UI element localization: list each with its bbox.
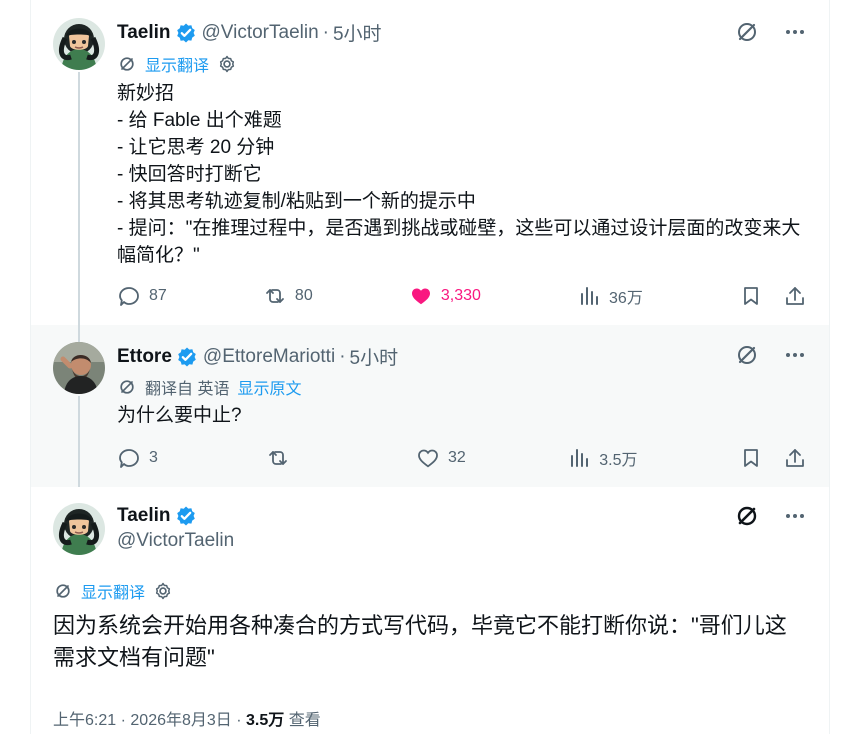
author-handle[interactable]: @VictorTaelin: [202, 22, 319, 44]
avatar-ettore[interactable]: [53, 342, 105, 394]
avatar-taelin[interactable]: [53, 18, 105, 70]
grok-translate-icon[interactable]: [735, 20, 759, 44]
app-frame: Taelin @VictorTaelin · 5小时 显示翻译 新妙招 - 给 …: [0, 0, 864, 734]
translation-row: 显示翻译: [53, 579, 173, 603]
analytics-icon: [567, 446, 591, 470]
grok-translate-icon: [117, 377, 137, 397]
tweet-1-secondary-actions: [739, 284, 807, 308]
tweet-1-top-actions: [735, 20, 807, 44]
more-icon[interactable]: [783, 504, 807, 528]
thread-line-bottom: [78, 396, 80, 487]
tweet-2-action-bar: 3 32 3.5万: [117, 444, 807, 472]
tweet-1[interactable]: Taelin @VictorTaelin · 5小时 显示翻译 新妙招 - 给 …: [31, 0, 829, 325]
views-label: 查看: [288, 712, 321, 729]
tweet-body: 因为系统会开始用各种凑合的方式写代码，毕竟它不能打断你说："哥们儿这需求文档有问…: [53, 613, 787, 670]
translation-row: 翻译自 英语 显示原文: [117, 375, 301, 399]
more-icon[interactable]: [783, 343, 807, 367]
heart-icon: [416, 446, 440, 470]
avatar-image: [53, 342, 105, 394]
tweet-meta-row: 上午6:21 · 2026年8月3日 · 3.5万 查看: [53, 706, 321, 730]
post-time[interactable]: 5小时: [333, 19, 382, 46]
tweet-3-handle-row: @VictorTaelin: [117, 530, 234, 552]
heart-icon: [409, 284, 433, 308]
bookmark-icon[interactable]: [739, 284, 763, 308]
view-count: 3.5万: [599, 452, 638, 469]
tweet-3-top-actions: [735, 504, 807, 528]
separator-dot: ·: [339, 345, 346, 367]
reply-icon: [117, 284, 141, 308]
avatar-image: [53, 18, 105, 70]
post-date[interactable]: 2026年8月3日: [130, 712, 231, 729]
tweet-2-secondary-actions: [739, 446, 807, 470]
tweet-2-top-actions: [735, 343, 807, 367]
verified-badge-icon: [175, 505, 197, 527]
views-button[interactable]: 36万: [577, 284, 643, 308]
grok-translate-icon[interactable]: [735, 343, 759, 367]
avatar-image: [53, 503, 105, 555]
repost-icon: [266, 446, 290, 470]
analytics-icon: [577, 284, 601, 308]
repost-button[interactable]: [266, 446, 314, 470]
author-name[interactable]: Taelin: [117, 505, 171, 527]
gear-icon[interactable]: [153, 581, 173, 601]
author-handle[interactable]: @VictorTaelin: [117, 530, 234, 552]
post-time[interactable]: 5小时: [350, 343, 399, 370]
tweet-3-name-row: Taelin: [117, 505, 202, 527]
tweet-body: 新妙招 - 给 Fable 出个难题 - 让它思考 20 分钟 - 快回答时打断…: [117, 83, 801, 266]
reply-count: 3: [149, 449, 158, 466]
author-name[interactable]: Ettore: [117, 346, 172, 368]
view-count: 36万: [609, 290, 643, 307]
show-translation-link[interactable]: 显示翻译: [81, 579, 145, 603]
repost-icon: [263, 284, 287, 308]
like-button[interactable]: 3,330: [409, 284, 481, 308]
gear-icon[interactable]: [217, 54, 237, 74]
reply-button[interactable]: 87: [117, 284, 167, 308]
views-button[interactable]: 3.5万: [567, 446, 638, 470]
separator-dot: ·: [322, 21, 329, 43]
timeline-column: Taelin @VictorTaelin · 5小时 显示翻译 新妙招 - 给 …: [30, 0, 830, 734]
translated-from-label: 翻译自 英语: [145, 381, 230, 398]
grok-translate-icon: [117, 54, 137, 74]
separator-dot: ·: [120, 712, 131, 729]
avatar-taelin[interactable]: [53, 503, 105, 555]
reply-count: 87: [149, 287, 167, 304]
like-count: 32: [447, 449, 466, 466]
like-button[interactable]: 32: [416, 446, 466, 470]
views-count: 3.5万: [246, 712, 285, 729]
post-time[interactable]: 上午6:21: [53, 712, 116, 729]
author-name[interactable]: Taelin: [117, 22, 171, 44]
reply-icon: [117, 446, 141, 470]
more-icon[interactable]: [783, 20, 807, 44]
author-handle[interactable]: @EttoreMariotti: [203, 346, 335, 368]
grok-translate-icon: [53, 581, 73, 601]
share-icon[interactable]: [783, 284, 807, 308]
share-icon[interactable]: [783, 446, 807, 470]
tweet-body: 为什么要中止?: [117, 405, 242, 426]
grok-translate-icon[interactable]: [735, 504, 759, 528]
bookmark-icon[interactable]: [739, 446, 763, 470]
repost-button[interactable]: 80: [263, 284, 313, 308]
show-original-link[interactable]: 显示原文: [237, 375, 301, 399]
verified-badge-icon: [176, 346, 198, 368]
separator-dot: ·: [236, 712, 247, 729]
tweet-3[interactable]: Taelin @VictorTaelin 显示翻译 因为系统会开始用各种凑合的方…: [31, 487, 829, 734]
repost-count: 80: [294, 287, 313, 304]
thread-line-top: [78, 325, 80, 342]
thread-line: [78, 72, 80, 325]
like-count: 3,330: [440, 287, 481, 304]
tweet-1-action-bar: 87 80 3,330 36万: [117, 282, 807, 310]
tweet-2[interactable]: Ettore @EttoreMariotti · 5小时 翻译自 英语 显示原文…: [31, 325, 829, 487]
translation-row: 显示翻译: [117, 52, 237, 76]
tweet-1-header: Taelin @VictorTaelin · 5小时: [117, 19, 382, 46]
show-translation-link[interactable]: 显示翻译: [145, 52, 209, 76]
reply-button[interactable]: 3: [117, 446, 165, 470]
verified-badge-icon: [175, 22, 197, 44]
tweet-2-header: Ettore @EttoreMariotti · 5小时: [117, 343, 398, 370]
